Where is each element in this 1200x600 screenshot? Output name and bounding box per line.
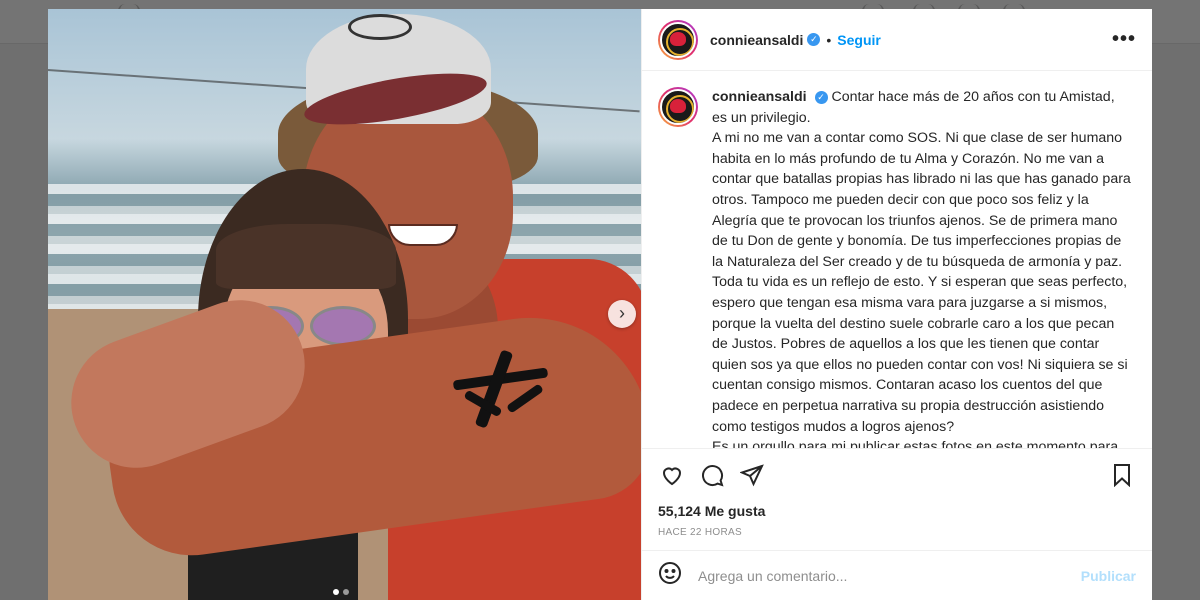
carousel-dot — [343, 589, 349, 595]
comment-input[interactable] — [698, 567, 1081, 584]
share-button[interactable] — [732, 455, 772, 495]
header-username[interactable]: connieansaldi — [710, 32, 803, 48]
post-photo[interactable]: › — [48, 9, 641, 600]
avatar[interactable] — [658, 87, 698, 127]
carousel-dots — [333, 589, 349, 595]
carousel-dot — [333, 589, 339, 595]
comment-button[interactable] — [692, 455, 732, 495]
verified-badge-icon: ✓ — [814, 91, 828, 104]
photo-woman-bangs — [216, 224, 396, 289]
avatar[interactable] — [658, 19, 698, 60]
verified-badge-icon: ✓ — [807, 33, 821, 46]
caption-line: A mi no me van a contar como SOS. Ni que… — [712, 130, 1131, 435]
caption: connieansaldi ✓ Contar hace más de 20 añ… — [712, 87, 1132, 448]
post-modal: › connieansaldi ✓ • Seguir ••• connieans… — [48, 9, 1152, 600]
like-button[interactable] — [652, 455, 692, 495]
emoji-icon — [659, 562, 681, 584]
carousel-next-button[interactable]: › — [608, 300, 636, 328]
comment-bar: Publicar — [642, 550, 1152, 600]
comment-icon — [702, 464, 724, 487]
more-options-icon[interactable]: ••• — [1112, 28, 1136, 51]
caption-username[interactable]: connieansaldi — [712, 89, 807, 105]
caption-line: Es un orgullo para mi publicar estas fot… — [712, 439, 1119, 448]
photo-man-smile — [388, 224, 458, 246]
header-separator: • — [826, 31, 832, 48]
post-header: connieansaldi ✓ • Seguir ••• — [642, 9, 1152, 71]
photo-cap-logo — [348, 14, 412, 40]
caption-area: connieansaldi ✓ Contar hace más de 20 añ… — [642, 71, 1152, 448]
post-time: HACE 22 HORAS — [658, 527, 742, 538]
save-button[interactable] — [1102, 455, 1142, 495]
bookmark-icon — [1114, 463, 1130, 487]
action-bar — [642, 448, 1152, 500]
photo-tattoo — [443, 344, 553, 434]
emoji-button[interactable] — [658, 561, 682, 590]
likes-count[interactable]: 55,124 Me gusta — [642, 500, 1152, 522]
heart-icon — [662, 467, 682, 485]
post-side-panel: connieansaldi ✓ • Seguir ••• connieansal… — [641, 9, 1152, 600]
follow-button[interactable]: Seguir — [837, 32, 881, 48]
share-icon — [740, 463, 764, 486]
publish-button[interactable]: Publicar — [1081, 568, 1136, 584]
